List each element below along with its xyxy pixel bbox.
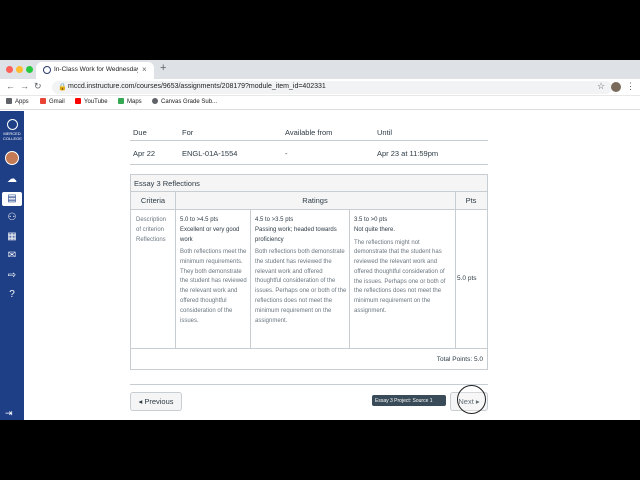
lock-icon: 🔒 [58, 84, 67, 91]
bookmark-star-icon[interactable]: ☆ [597, 81, 605, 92]
rubric-total-row: Total Points: 5.0 [131, 348, 487, 369]
profile-avatar[interactable] [611, 82, 621, 92]
bookmark-apps[interactable]: Apps [6, 98, 29, 105]
rating-points: 4.5 to >3.5 pts [255, 217, 294, 223]
browser-tab[interactable]: In-Class Work for Wednesday × [36, 62, 154, 79]
close-window-button[interactable] [6, 66, 13, 73]
minimize-window-button[interactable] [16, 66, 23, 73]
globe-icon [152, 98, 158, 104]
global-navigation: MERCED COLLEGE ☁ ▤ ⚇ ▦ ✉ ⇨ ? ⇥ [0, 111, 24, 420]
rating-points: 5.0 to >4.5 pts [180, 217, 219, 223]
header-due: Due [133, 128, 147, 137]
college-seal-icon [6, 119, 18, 130]
browser-menu-icon[interactable]: ⋮ [626, 81, 635, 92]
calendar-icon[interactable]: ▦ [4, 230, 20, 244]
url-text: mccd.instructure.com/courses/9653/assign… [68, 83, 326, 90]
due-available-from: - [285, 149, 288, 158]
address-bar[interactable]: 🔒 mccd.instructure.com/courses/9653/assi… [52, 81, 612, 94]
commons-icon[interactable]: ⇨ [4, 269, 20, 283]
rating-description: Both reflections both demonstrate the st… [255, 249, 347, 324]
gmail-icon [40, 98, 46, 104]
rating-name: Excellent or very good work [180, 227, 240, 243]
bookmarks-bar: Apps Gmail YouTube Maps Canvas Grade Sub… [0, 96, 640, 110]
module-footer-divider [130, 384, 488, 385]
rubric-ratings-header: Ratings [175, 192, 455, 210]
youtube-icon [75, 98, 81, 104]
collapse-nav-icon[interactable]: ⇥ [5, 408, 13, 419]
total-points: Total Points: 5.0 [436, 356, 483, 363]
bookmark-youtube[interactable]: YouTube [75, 98, 108, 105]
forward-button[interactable]: → [20, 81, 29, 91]
courses-icon[interactable]: ▤ [2, 192, 22, 206]
inbox-icon[interactable]: ✉ [4, 249, 20, 263]
criterion-points: 5.0 pts [457, 275, 477, 282]
new-tab-button[interactable]: + [160, 62, 166, 74]
rating-cell: 5.0 to >4.5 pts Excellent or very good w… [180, 216, 248, 326]
rubric-divider [250, 210, 251, 348]
bookmark-canvas-grade[interactable]: Canvas Grade Sub... [152, 98, 217, 105]
rubric-pts-header: Pts [455, 192, 487, 210]
maximize-window-button[interactable] [26, 66, 33, 73]
bookmark-gmail[interactable]: Gmail [40, 98, 65, 105]
groups-icon[interactable]: ⚇ [4, 211, 20, 225]
tab-close-icon[interactable]: × [142, 65, 147, 74]
due-date: Apr 22 [133, 149, 156, 158]
rubric-criteria-header: Criteria [131, 192, 175, 210]
rubric-divider [349, 210, 350, 348]
browser-window: In-Class Work for Wednesday × + ← → ↻ 🔒 … [0, 60, 640, 420]
rubric-divider [455, 192, 456, 348]
header-for: For [182, 128, 194, 137]
due-for: ENGL-01A-1554 [182, 149, 238, 158]
apps-grid-icon [6, 98, 12, 104]
rating-name: Passing work; headed towards proficiency [255, 227, 337, 243]
rubric-divider [175, 192, 176, 348]
reload-button[interactable]: ↻ [34, 81, 42, 92]
help-icon[interactable]: ? [4, 288, 20, 302]
due-until: Apr 23 at 11:59pm [377, 149, 439, 158]
tab-title: In-Class Work for Wednesday [54, 66, 138, 73]
canvas-page: MERCED COLLEGE ☁ ▤ ⚇ ▦ ✉ ⇨ ? ⇥ Due For A… [0, 111, 640, 420]
browser-toolbar: ← → ↻ 🔒 mccd.instructure.com/courses/965… [0, 79, 640, 96]
rating-name: Not quite there. [354, 227, 396, 233]
video-letterbox-top [0, 0, 640, 60]
college-logo[interactable]: MERCED COLLEGE [3, 119, 22, 141]
due-table-row: Apr 22 ENGL-01A-1554 - Apr 23 at 11:59pm [130, 141, 488, 165]
due-table-header: Due For Available from Until [130, 125, 488, 141]
account-avatar[interactable] [5, 151, 19, 165]
maps-icon [118, 98, 124, 104]
bookmark-maps[interactable]: Maps [118, 98, 142, 105]
canvas-favicon-icon [43, 66, 51, 74]
dashboard-icon[interactable]: ☁ [4, 173, 20, 187]
rubric-title: Essay 3 Reflections [131, 175, 487, 192]
cursor-highlight [457, 385, 486, 414]
video-letterbox-bottom [0, 420, 640, 480]
rating-points: 3.5 to >0 pts [354, 217, 388, 223]
criterion-cell: Description of criterion Reflections [136, 215, 172, 245]
rating-description: Both reflections meet the minimum requir… [180, 249, 247, 324]
rating-description: The reflections might not demonstrate th… [354, 239, 446, 315]
tab-strip: In-Class Work for Wednesday × + [0, 60, 640, 79]
back-button[interactable]: ← [6, 81, 15, 91]
header-until: Until [377, 128, 393, 137]
previous-button[interactable]: ◂ Previous [130, 392, 182, 411]
rating-cell: 4.5 to >3.5 pts Passing work; headed tow… [255, 216, 347, 326]
header-available-from: Available from [285, 128, 333, 137]
criterion-description: Description of criterion [136, 217, 167, 233]
rating-cell: 3.5 to >0 pts Not quite there. The refle… [354, 216, 452, 317]
next-item-tooltip: Essay 3 Project: Source 1 [372, 395, 446, 406]
criterion-name: Reflections [136, 237, 166, 243]
rubric-table: Essay 3 Reflections Criteria Ratings Pts… [130, 174, 488, 370]
